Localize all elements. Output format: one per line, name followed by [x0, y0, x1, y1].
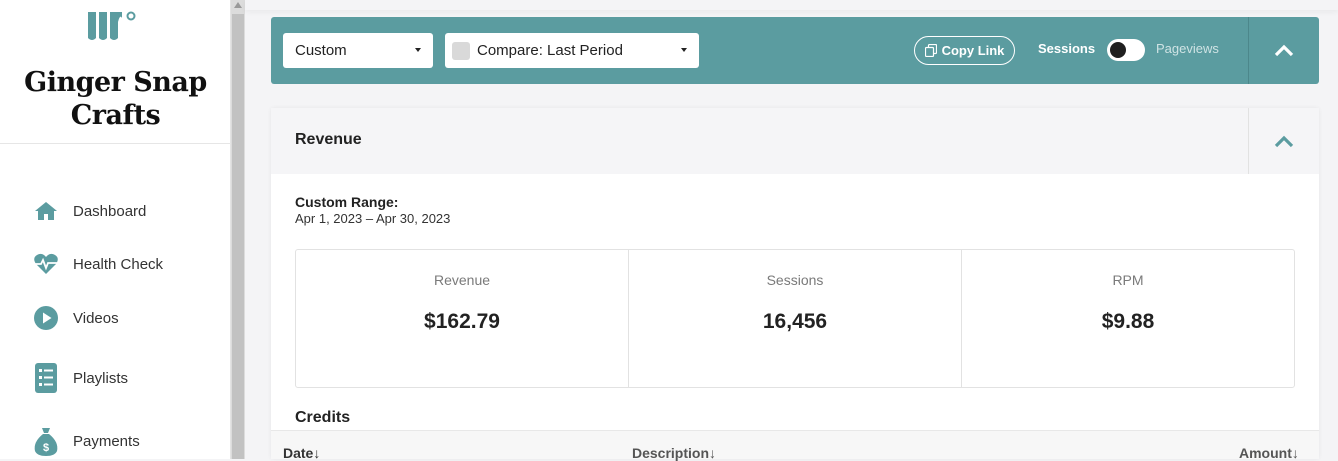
- custom-range-label: Custom Range:: [295, 194, 399, 210]
- copy-link-label: Copy Link: [941, 43, 1005, 58]
- revenue-card-header: Revenue: [271, 108, 1319, 174]
- scroll-up-arrow-icon[interactable]: [234, 2, 242, 8]
- caret-down-icon: [415, 48, 421, 52]
- divider: [0, 143, 231, 144]
- sidebar-item-label: Dashboard: [73, 202, 147, 220]
- heartbeat-icon: [33, 251, 59, 277]
- sidebar-scrollbar[interactable]: [231, 0, 245, 459]
- revenue-collapse-button[interactable]: [1248, 108, 1319, 174]
- scrollbar-thumb[interactable]: [232, 14, 244, 459]
- play-icon: [33, 305, 59, 331]
- date-range-select[interactable]: Custom: [283, 33, 433, 68]
- credits-title: Credits: [295, 409, 351, 426]
- list-icon: [33, 363, 59, 393]
- stats-panel: Revenue $162.79 Sessions 16,456 RPM $9.8…: [295, 249, 1295, 388]
- home-icon: [33, 198, 59, 224]
- toggle-label-sessions: Sessions: [1038, 41, 1096, 56]
- toggle-label-pageviews: Pageviews: [1156, 41, 1219, 56]
- stat-value: $9.88: [1101, 310, 1155, 333]
- chevron-up-icon: [1274, 44, 1294, 57]
- sessions-pageviews-toggle[interactable]: [1107, 39, 1145, 61]
- sidebar-item-label: Health Check: [73, 255, 164, 273]
- chevron-up-icon: [1274, 135, 1294, 147]
- stat-rpm: RPM $9.88: [962, 250, 1294, 387]
- stat-label: Sessions: [766, 272, 824, 288]
- stat-value: 16,456: [762, 310, 828, 333]
- sidebar-item-health-check[interactable]: Health Check: [33, 248, 163, 280]
- revenue-card: Revenue Custom Range: Apr 1, 2023 – Apr …: [271, 108, 1319, 461]
- revenue-title: Revenue: [295, 131, 362, 148]
- stat-revenue: Revenue $162.79: [296, 250, 629, 387]
- custom-range-value: Apr 1, 2023 – Apr 30, 2023: [295, 211, 451, 226]
- top-strip: [245, 0, 1338, 10]
- date-range-value: Custom: [295, 42, 347, 59]
- credits-table-header: Date↓ Description↓ Amount↓: [271, 430, 1319, 461]
- caret-down-icon: [681, 48, 687, 52]
- sidebar: Ginger Snap Crafts Dashboard Health Chec…: [0, 0, 231, 459]
- compare-select[interactable]: Compare: Last Period: [445, 33, 699, 68]
- copy-icon: [924, 44, 937, 57]
- toggle-knob: [1110, 42, 1126, 58]
- stat-value: $162.79: [424, 310, 500, 333]
- stat-label: Revenue: [433, 272, 491, 288]
- stat-label: RPM: [1112, 272, 1144, 288]
- sidebar-item-label: Payments: [73, 432, 140, 450]
- compare-checkbox[interactable]: [452, 41, 470, 60]
- copy-link-button[interactable]: Copy Link: [914, 36, 1015, 65]
- sidebar-item-payments[interactable]: $ Payments: [33, 425, 140, 457]
- stat-sessions: Sessions 16,456: [629, 250, 962, 387]
- sidebar-item-dashboard[interactable]: Dashboard: [33, 195, 146, 227]
- filter-toolbar: Custom Compare: Last Period Copy Link Se…: [271, 17, 1319, 84]
- toolbar-collapse-button[interactable]: [1248, 17, 1319, 84]
- money-bag-icon: $: [33, 428, 59, 456]
- sidebar-item-label: Playlists: [73, 369, 129, 387]
- svg-text:$: $: [43, 442, 49, 454]
- sidebar-item-videos[interactable]: Videos: [33, 302, 119, 334]
- brand-name: Ginger Snap Crafts: [24, 67, 207, 131]
- sidebar-item-playlists[interactable]: Playlists: [33, 362, 128, 394]
- compare-value: Compare: Last Period: [477, 42, 623, 59]
- sidebar-item-label: Videos: [73, 309, 119, 327]
- wave-logo-icon[interactable]: [86, 8, 138, 42]
